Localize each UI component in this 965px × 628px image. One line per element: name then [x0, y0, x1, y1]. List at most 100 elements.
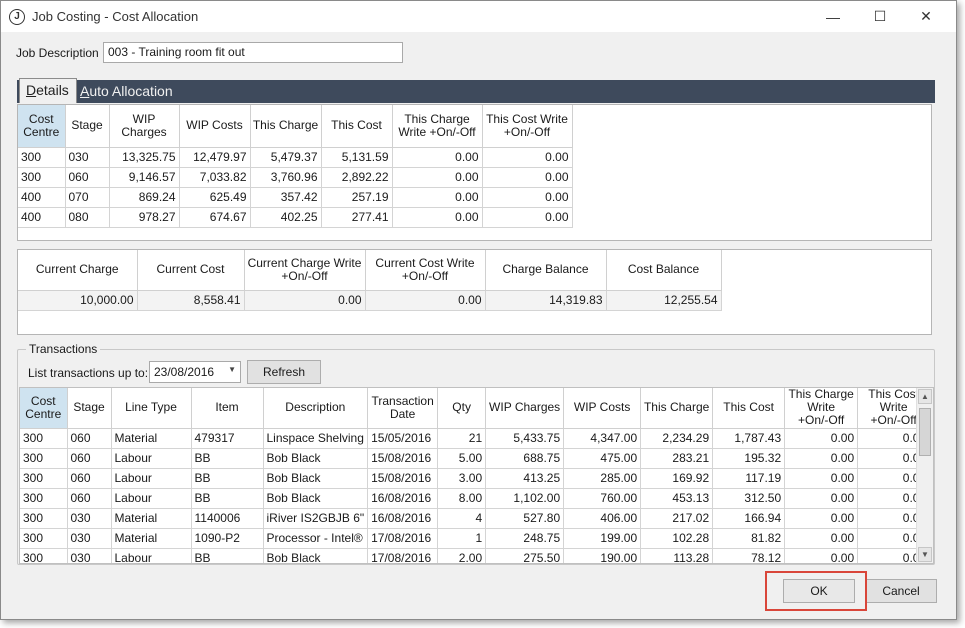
table-cell[interactable]: Bob Black [263, 448, 369, 469]
table-cell[interactable]: 0.00 [784, 548, 859, 563]
table-cell[interactable]: 400 [18, 207, 66, 228]
table-cell[interactable]: 300 [20, 488, 68, 509]
table-cell[interactable]: Labour [111, 488, 192, 509]
table-cell[interactable]: 248.75 [485, 528, 565, 549]
table-cell[interactable]: 277.41 [321, 207, 393, 228]
table-cell[interactable]: 400 [18, 187, 66, 208]
table-cell[interactable]: 674.67 [179, 207, 251, 228]
table-cell[interactable]: 3,760.96 [250, 167, 322, 188]
table-cell[interactable]: 0.00 [784, 428, 859, 449]
table-cell[interactable]: 300 [20, 508, 68, 529]
column-header[interactable]: Charge Balance [485, 250, 607, 291]
table-cell[interactable]: 300 [18, 147, 66, 168]
table-cell[interactable]: 102.28 [640, 528, 714, 549]
column-header[interactable]: This Charge Write +On/-Off [784, 388, 859, 429]
table-row[interactable]: 300 060 9,146.57 7,033.82 3,760.96 2,892.22 0.… [18, 167, 573, 188]
table-cell[interactable]: 2,234.29 [640, 428, 714, 449]
table-cell[interactable]: 070 [65, 187, 110, 208]
tab-auto-allocation[interactable]: Auto Allocation [80, 83, 173, 99]
column-header[interactable]: Qty [437, 388, 487, 429]
table-cell[interactable]: 0.00 [784, 448, 859, 469]
column-header[interactable]: Cost Balance [606, 250, 722, 291]
column-header[interactable]: Description [263, 388, 369, 429]
table-cell[interactable]: 978.27 [109, 207, 180, 228]
table-cell[interactable]: 78.12 [712, 548, 786, 563]
column-header[interactable]: Current Cost [137, 250, 245, 291]
column-header[interactable]: This Cost [321, 105, 393, 148]
table-row[interactable]: 300 030 Labour BB Bob Black 17/08/2016 2.00 275… [20, 548, 931, 563]
table-row[interactable]: 400 070 869.24 625.49 357.42 257.19 0.00 0.00 [18, 187, 573, 208]
table-cell[interactable]: 030 [67, 508, 112, 529]
table-cell[interactable]: 0.00 [784, 528, 859, 549]
column-header[interactable]: This Charge Write +On/-Off [392, 105, 483, 148]
table-cell[interactable]: 0.00 [482, 207, 573, 228]
transactions-date-picker[interactable]: 23/08/2016 ▼ [149, 361, 241, 383]
table-cell[interactable]: 060 [67, 448, 112, 469]
table-cell[interactable]: 283.21 [640, 448, 714, 469]
table-cell[interactable]: Bob Black [263, 468, 369, 489]
table-cell[interactable]: Material [111, 428, 192, 449]
column-header[interactable]: Transaction Date [367, 388, 439, 429]
table-cell[interactable]: 300 [20, 468, 68, 489]
table-cell[interactable]: 15/05/2016 [367, 428, 439, 449]
table-cell[interactable]: 869.24 [109, 187, 180, 208]
column-header[interactable]: WIP Costs [179, 105, 251, 148]
table-cell[interactable]: 2.00 [437, 548, 487, 563]
column-header[interactable]: This Cost Write +On/-Off [482, 105, 573, 148]
table-cell[interactable]: 13,325.75 [109, 147, 180, 168]
table-cell[interactable]: 2,892.22 [321, 167, 393, 188]
column-header[interactable]: Item [191, 388, 264, 429]
table-cell[interactable]: 060 [67, 488, 112, 509]
table-cell[interactable]: 4,347.00 [563, 428, 642, 449]
column-header[interactable]: Stage [67, 388, 112, 429]
table-cell[interactable]: 300 [20, 448, 68, 469]
table-cell[interactable]: 0.00 [784, 488, 859, 509]
table-cell[interactable]: 060 [67, 428, 112, 449]
table-cell[interactable]: 312.50 [712, 488, 786, 509]
column-header[interactable]: This Charge [250, 105, 322, 148]
table-cell[interactable]: 15/08/2016 [367, 448, 439, 469]
table-cell[interactable]: 402.25 [250, 207, 322, 228]
table-cell[interactable]: 453.13 [640, 488, 714, 509]
table-cell[interactable]: 030 [65, 147, 110, 168]
table-cell[interactable]: 17/08/2016 [367, 548, 439, 563]
table-cell[interactable]: 300 [18, 167, 66, 188]
column-header[interactable]: Line Type [111, 388, 192, 429]
table-cell[interactable]: 080 [65, 207, 110, 228]
table-cell[interactable]: Labour [111, 448, 192, 469]
table-cell[interactable]: 9,146.57 [109, 167, 180, 188]
scroll-up-icon[interactable]: ▲ [918, 389, 932, 404]
table-cell[interactable]: 12,479.97 [179, 147, 251, 168]
table-cell[interactable]: Bob Black [263, 488, 369, 509]
table-cell[interactable]: BB [191, 488, 264, 509]
table-cell[interactable]: 0.00 [392, 147, 483, 168]
table-cell[interactable]: 5.00 [437, 448, 487, 469]
table-row[interactable]: 300 060 Labour BB Bob Black 16/08/2016 8.00 1,1… [20, 488, 931, 509]
table-cell[interactable]: Labour [111, 548, 192, 563]
table-cell[interactable]: 357.42 [250, 187, 322, 208]
table-cell[interactable]: BB [191, 468, 264, 489]
column-header[interactable]: Current Charge [18, 250, 138, 291]
table-cell[interactable]: 479317 [191, 428, 264, 449]
tab-details[interactable]: Details [19, 78, 77, 103]
job-description-field[interactable]: 003 - Training room fit out [103, 42, 403, 63]
table-cell[interactable]: 030 [67, 548, 112, 563]
table-cell[interactable]: 1090-P2 [191, 528, 264, 549]
table-row[interactable]: 300 060 Material 479317 Linspace Shelving 15/… [20, 428, 931, 449]
table-cell[interactable]: 0.00 [482, 187, 573, 208]
table-cell[interactable]: 166.94 [712, 508, 786, 529]
table-cell[interactable]: 688.75 [485, 448, 565, 469]
table-cell[interactable]: 527.80 [485, 508, 565, 529]
table-cell[interactable]: 285.00 [563, 468, 642, 489]
table-row[interactable]: 400 080 978.27 674.67 402.25 277.41 0.00 0.00 [18, 207, 573, 228]
column-header[interactable]: WIP Costs [563, 388, 642, 429]
table-cell[interactable]: 195.32 [712, 448, 786, 469]
table-cell[interactable]: 5,433.75 [485, 428, 565, 449]
table-cell[interactable]: 21 [437, 428, 487, 449]
table-cell[interactable]: 300 [20, 528, 68, 549]
table-cell[interactable]: 113.28 [640, 548, 714, 563]
table-cell[interactable]: 16/08/2016 [367, 488, 439, 509]
table-cell[interactable]: 300 [20, 548, 68, 563]
table-row[interactable]: 300 060 Labour BB Bob Black 15/08/2016 3.00 413… [20, 468, 931, 489]
table-cell[interactable]: 117.19 [712, 468, 786, 489]
